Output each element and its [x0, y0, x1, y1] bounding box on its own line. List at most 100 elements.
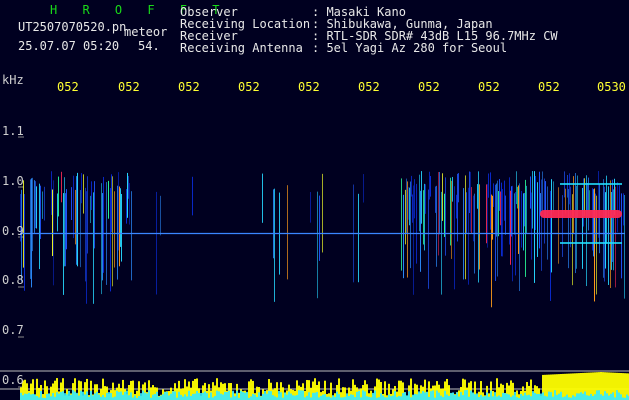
field-label-antenna: Receiving Antenna: [180, 41, 303, 55]
level-bar-cyan: [70, 394, 72, 400]
level-bar-cyan: [294, 395, 296, 400]
signal-trace: [509, 177, 510, 245]
level-bar-cyan: [196, 390, 198, 400]
signal-trace: [517, 186, 518, 209]
signal-trace: [129, 183, 130, 225]
signal-trace: [521, 190, 522, 248]
level-bar-cyan: [380, 393, 382, 400]
level-bar-cyan: [426, 391, 428, 400]
signal-trace: [118, 172, 119, 251]
signal-trace: [468, 187, 469, 285]
level-bar-cyan: [164, 391, 166, 400]
level-bar: [276, 382, 278, 400]
level-bar-cyan: [406, 395, 408, 400]
signal-trace: [478, 171, 479, 283]
level-bar-cyan: [178, 391, 180, 400]
time-tick-label: 052: [118, 80, 140, 94]
level-bar-cyan: [192, 393, 194, 400]
signal-trace: [479, 184, 480, 270]
level-bar-cyan: [60, 391, 62, 400]
level-bar-cyan: [594, 394, 596, 400]
level-bar-cyan: [314, 392, 316, 400]
level-bar-cyan: [512, 395, 514, 400]
signal-trace: [582, 187, 583, 269]
freq-unit-label: kHz: [2, 73, 24, 87]
level-bar-cyan: [126, 390, 128, 400]
level-bar-cyan: [604, 391, 606, 400]
level-bar-cyan: [626, 394, 628, 400]
level-bar-cyan: [362, 390, 364, 400]
signal-trace: [407, 181, 408, 278]
level-bar-cyan: [364, 391, 366, 400]
level-bar-cyan: [36, 396, 38, 400]
signal-trace: [558, 187, 559, 264]
level-bar-cyan: [322, 394, 324, 400]
level-bar-cyan: [560, 391, 562, 400]
level-bar-cyan: [540, 393, 542, 400]
signal-trace: [411, 175, 412, 197]
level-bar: [622, 373, 624, 400]
level-bar-cyan: [506, 393, 508, 400]
signal-trace: [487, 184, 488, 248]
signal-trace: [501, 182, 502, 257]
level-bar: [624, 373, 626, 400]
level-bar-cyan: [546, 396, 548, 400]
signal-trace: [547, 186, 548, 260]
level-bar-cyan: [612, 392, 614, 400]
signal-trace: [565, 188, 566, 214]
level-bar-cyan: [486, 392, 488, 400]
signal-trace: [93, 192, 94, 304]
level-bar-cyan: [558, 393, 560, 400]
level-bar-cyan: [268, 390, 270, 400]
level-bar-cyan: [114, 396, 116, 400]
level-bar-cyan: [592, 395, 594, 400]
signal-trace: [586, 175, 587, 287]
signal-trace: [612, 179, 613, 262]
level-bar-cyan: [128, 395, 130, 400]
signal-trace: [358, 193, 359, 283]
signal-trace: [117, 185, 118, 280]
signal-trace: [537, 182, 538, 257]
signal-trace: [128, 175, 129, 199]
level-bar-cyan: [336, 391, 338, 400]
signal-trace: [52, 189, 53, 257]
level-bar-cyan: [130, 392, 132, 400]
signal-trace: [592, 188, 593, 251]
signal-trace: [423, 190, 424, 245]
level-bar-cyan: [374, 390, 376, 400]
level-bar-cyan: [358, 390, 360, 400]
level-bar-cyan: [22, 395, 24, 400]
level-bar-cyan: [254, 394, 256, 400]
level-bar-cyan: [572, 395, 574, 400]
signal-trace: [457, 173, 458, 242]
time-tick-label: 052: [358, 80, 380, 94]
signal-trace: [103, 176, 104, 273]
level-bar-cyan: [274, 396, 276, 400]
signal-trace: [131, 191, 132, 281]
level-bar-cyan: [296, 395, 298, 400]
level-bar-cyan: [298, 390, 300, 400]
level-bar: [574, 373, 576, 400]
signal-trace: [550, 190, 551, 301]
level-bar-cyan: [246, 391, 248, 400]
signal-trace: [516, 171, 517, 205]
time-tick-label: 052: [178, 80, 200, 94]
level-bar-cyan: [582, 393, 584, 400]
signal-trace: [80, 190, 81, 268]
level-bar-cyan: [400, 396, 402, 400]
level-bar-cyan: [152, 394, 154, 400]
signal-trace: [119, 186, 120, 267]
signal-trace: [424, 183, 425, 251]
level-bar-cyan: [40, 390, 42, 400]
signal-trace: [593, 189, 594, 257]
level-bar-cyan: [620, 394, 622, 400]
signal-trace: [524, 192, 525, 227]
level-bar-cyan: [388, 394, 390, 400]
level-bar-cyan: [404, 392, 406, 400]
level-bar-cyan: [494, 392, 496, 400]
signal-trace: [623, 193, 624, 226]
level-bar-cyan: [200, 393, 202, 400]
signal-trace: [410, 181, 411, 269]
signal-trace: [598, 171, 599, 238]
signal-trace: [621, 193, 622, 279]
